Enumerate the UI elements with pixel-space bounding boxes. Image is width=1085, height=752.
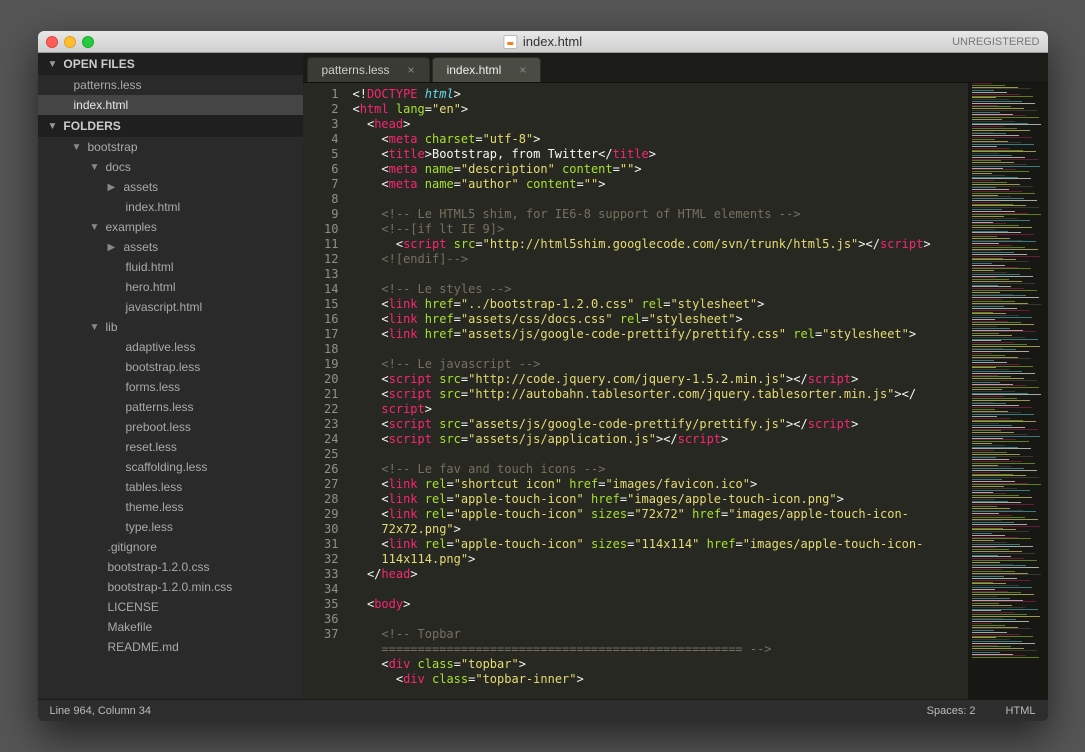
statusbar: Line 964, Column 34 Spaces: 2 HTML: [38, 699, 1048, 721]
file-item[interactable]: theme.less: [38, 497, 303, 517]
chevron-down-icon: ▼: [48, 59, 58, 70]
cursor-position[interactable]: Line 964, Column 34: [50, 705, 152, 717]
file-item[interactable]: Makefile: [38, 617, 303, 637]
titlebar-title: index.html: [503, 34, 582, 49]
code[interactable]: <!DOCTYPE html><html lang="en"> <head> <…: [347, 83, 968, 699]
folder-item[interactable]: ▼ bootstrap: [38, 137, 303, 157]
folders-label: FOLDERS: [63, 119, 120, 133]
close-icon[interactable]: [46, 36, 58, 48]
file-item[interactable]: LICENSE: [38, 597, 303, 617]
tab-label: patterns.less: [322, 63, 390, 77]
sidebar[interactable]: ▼ OPEN FILES patterns.lessindex.html ▼ F…: [38, 53, 303, 699]
chevron-right-icon: ▶: [108, 242, 118, 253]
file-item[interactable]: reset.less: [38, 437, 303, 457]
file-item[interactable]: preboot.less: [38, 417, 303, 437]
file-item[interactable]: javascript.html: [38, 297, 303, 317]
gutter: 1234567891011121314151617181920212223242…: [303, 83, 347, 699]
body-area: ▼ OPEN FILES patterns.lessindex.html ▼ F…: [38, 53, 1048, 699]
close-icon[interactable]: ×: [519, 63, 526, 77]
tab[interactable]: patterns.less ×: [307, 57, 430, 82]
folder-label: docs: [106, 160, 131, 174]
file-item[interactable]: fluid.html: [38, 257, 303, 277]
minimap[interactable]: [968, 83, 1048, 699]
code-pane[interactable]: 1234567891011121314151617181920212223242…: [303, 83, 1048, 699]
tabbar: patterns.less × index.html ×: [303, 53, 1048, 83]
close-icon[interactable]: ×: [408, 63, 415, 77]
file-item[interactable]: README.md: [38, 637, 303, 657]
file-item[interactable]: tables.less: [38, 477, 303, 497]
folder-item[interactable]: ▶ assets: [38, 177, 303, 197]
file-item[interactable]: type.less: [38, 517, 303, 537]
file-item[interactable]: bootstrap-1.2.0.min.css: [38, 577, 303, 597]
editor-area: patterns.less × index.html × 12345678910111…: [303, 53, 1048, 699]
folder-label: assets: [124, 240, 159, 254]
chevron-down-icon: ▼: [72, 142, 82, 153]
file-item[interactable]: .gitignore: [38, 537, 303, 557]
open-files-header[interactable]: ▼ OPEN FILES: [38, 53, 303, 75]
indentation-setting[interactable]: Spaces: 2: [927, 705, 976, 717]
file-item[interactable]: index.html: [38, 197, 303, 217]
chevron-down-icon: ▼: [90, 322, 100, 333]
file-item[interactable]: bootstrap.less: [38, 357, 303, 377]
chevron-down-icon: ▼: [48, 121, 58, 132]
folder-item[interactable]: ▼ lib: [38, 317, 303, 337]
folder-label: examples: [106, 220, 157, 234]
syntax-mode[interactable]: HTML: [1006, 705, 1036, 717]
folder-item[interactable]: ▼ examples: [38, 217, 303, 237]
tab[interactable]: index.html ×: [432, 57, 542, 82]
folder-item[interactable]: ▼ docs: [38, 157, 303, 177]
file-icon: [503, 35, 517, 49]
folder-item[interactable]: ▶ assets: [38, 237, 303, 257]
open-file-item[interactable]: index.html: [38, 95, 303, 115]
file-item[interactable]: adaptive.less: [38, 337, 303, 357]
chevron-down-icon: ▼: [90, 162, 100, 173]
folder-label: assets: [124, 180, 159, 194]
title-text: index.html: [523, 34, 582, 49]
titlebar: index.html UNREGISTERED: [38, 31, 1048, 53]
traffic-lights: [46, 36, 94, 48]
file-item[interactable]: scaffolding.less: [38, 457, 303, 477]
open-files-label: OPEN FILES: [63, 57, 134, 71]
tab-label: index.html: [447, 63, 502, 77]
file-item[interactable]: bootstrap-1.2.0.css: [38, 557, 303, 577]
folder-label: lib: [106, 320, 118, 334]
registration-status: UNREGISTERED: [952, 36, 1039, 48]
minimize-icon[interactable]: [64, 36, 76, 48]
file-item[interactable]: patterns.less: [38, 397, 303, 417]
maximize-icon[interactable]: [82, 36, 94, 48]
open-file-item[interactable]: patterns.less: [38, 75, 303, 95]
file-item[interactable]: forms.less: [38, 377, 303, 397]
chevron-right-icon: ▶: [108, 182, 118, 193]
chevron-down-icon: ▼: [90, 222, 100, 233]
folders-header[interactable]: ▼ FOLDERS: [38, 115, 303, 137]
folder-label: bootstrap: [88, 140, 138, 154]
app-window: index.html UNREGISTERED ▼ OPEN FILES pat…: [38, 31, 1048, 721]
file-item[interactable]: hero.html: [38, 277, 303, 297]
